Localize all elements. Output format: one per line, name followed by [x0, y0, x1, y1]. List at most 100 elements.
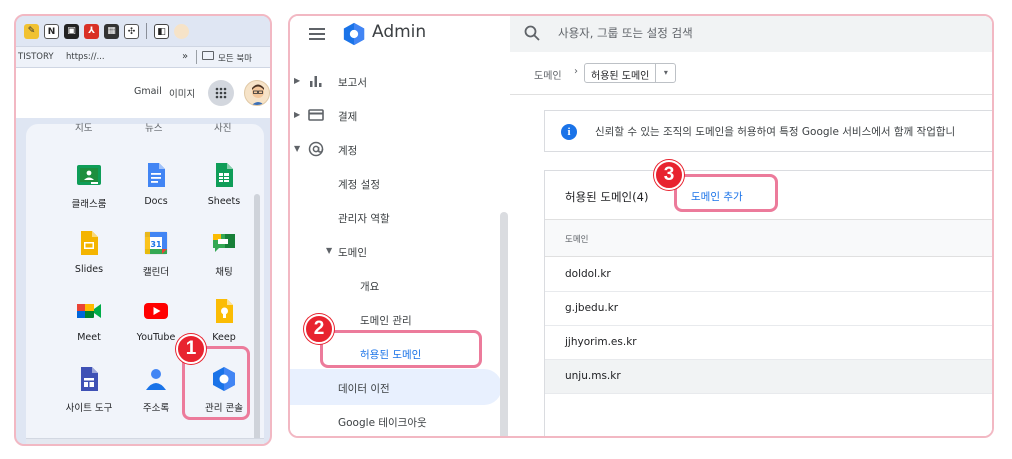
domain-cell: jjhyorim.es.kr: [565, 336, 637, 348]
docs-icon: [143, 162, 169, 188]
main-content: 도메인 › 허용된 도메인 ▾ i 신뢰할 수 있는 조직의 도메인을 허용하여…: [510, 54, 992, 436]
menu-icon[interactable]: [309, 28, 325, 40]
app-label: 캘린더: [142, 267, 170, 278]
table-row[interactable]: doldol.kr: [545, 258, 992, 292]
classroom-icon: [76, 162, 102, 188]
app-calendar[interactable]: 31 캘린더: [121, 230, 191, 278]
bookmark-tistory[interactable]: TISTORY: [18, 52, 54, 62]
puzzle-extensions-icon[interactable]: ✣: [124, 23, 139, 39]
info-text: 신뢰할 수 있는 조직의 도메인을 허용하여 특정 Google 서비스에서 함…: [595, 126, 956, 138]
google-header: Gmail 이미지: [16, 68, 270, 118]
app-classroom[interactable]: 클래스룸: [54, 162, 124, 210]
bar-chart-icon: [310, 76, 322, 87]
app-label: 채팅: [215, 267, 233, 278]
nav-label: 도메인: [338, 247, 367, 259]
app-label-cut: 지도: [75, 123, 93, 134]
bookmarks-bar: TISTORY https://... » 모든 북마: [16, 46, 270, 68]
calendar-day: 31: [150, 240, 162, 249]
admin-search-bar[interactable]: 사용자, 그룹 또는 설정 검색: [510, 16, 992, 52]
nav-label: 계정 설정: [338, 179, 380, 191]
search-icon: [524, 25, 540, 41]
nav-label: 보고서: [338, 77, 367, 89]
allowlisted-domains-highlight: [320, 330, 482, 368]
nav-label: 계정: [338, 145, 358, 157]
app-label-cut: 뉴스: [145, 123, 163, 134]
side-panel-icon[interactable]: ◧: [154, 23, 169, 39]
keep-icon: [211, 298, 237, 324]
nav-billing[interactable]: ▶ 결제: [290, 106, 500, 128]
app-label-cut: 사진: [214, 123, 232, 134]
app-label: 사이트 도구: [65, 403, 113, 414]
sites-icon: [76, 366, 102, 392]
folder-icon: [202, 51, 214, 60]
nav-label: 관리자 역할: [338, 213, 390, 225]
nav-account-settings[interactable]: 계정 설정: [290, 174, 500, 196]
sheets-icon: [211, 162, 237, 188]
app-label: Slides: [74, 264, 104, 275]
capture-extension-icon[interactable]: ▣: [64, 23, 79, 39]
app-sheets[interactable]: Sheets: [189, 162, 259, 207]
table-header: 도메인: [545, 219, 992, 257]
nav-domains[interactable]: ▼ 도메인: [290, 242, 500, 264]
sidenav-scrollbar[interactable]: [500, 212, 508, 436]
breadcrumb-current: 허용된 도메인: [591, 71, 650, 82]
nav-label: 데이터 이전: [338, 383, 390, 395]
app-label: 주소록: [142, 403, 170, 414]
slides-icon: [76, 230, 102, 256]
app-youtube[interactable]: YouTube: [121, 298, 191, 343]
nav-google-takeout[interactable]: Google 테이크아웃: [290, 412, 500, 434]
nav-admin-roles[interactable]: 관리자 역할: [290, 208, 500, 230]
app-contacts[interactable]: 주소록: [121, 366, 191, 414]
nav-reports[interactable]: ▶ 보고서: [290, 72, 500, 94]
credit-card-icon: [308, 109, 324, 121]
app-sites[interactable]: 사이트 도구: [54, 366, 124, 414]
app-slides[interactable]: Slides: [54, 230, 124, 275]
calendar-icon: 31: [143, 230, 169, 256]
pencil-extension-icon[interactable]: ✎: [24, 23, 39, 39]
step-badge-1: 1: [176, 334, 206, 364]
launcher-footer: [26, 438, 264, 444]
bookmark-url[interactable]: https://...: [66, 52, 105, 62]
pdf-extension-icon[interactable]: ⅄: [84, 23, 99, 39]
nav-domains-overview[interactable]: 개요: [290, 276, 500, 298]
search-placeholder: 사용자, 그룹 또는 설정 검색: [558, 26, 693, 40]
meet-icon: [76, 298, 102, 324]
account-avatar[interactable]: [244, 80, 270, 106]
nav-label: 도메인 관리: [360, 315, 412, 327]
bookmarks-overflow-icon[interactable]: »: [182, 51, 188, 62]
extensions-bar: ✎ N ▣ ⅄ ▦ ✣ ◧: [16, 16, 270, 46]
step-badge-2: 2: [304, 314, 334, 344]
launcher-scrollbar[interactable]: [254, 194, 260, 442]
google-apps-button[interactable]: [208, 80, 234, 106]
domain-cell: g.jbedu.kr: [565, 302, 619, 314]
app-label: Sheets: [207, 196, 241, 207]
add-domain-highlight: [674, 174, 778, 212]
chevron-down-icon: ▾: [655, 64, 675, 82]
app-extension-icon[interactable]: ▦: [104, 23, 119, 39]
table-row[interactable]: g.jbedu.kr: [545, 292, 992, 326]
nav-account[interactable]: ▼ 계정: [290, 140, 500, 162]
app-meet[interactable]: Meet: [54, 298, 124, 343]
admin-sidenav: ▶ 보고서 ▶ 결제 ▼ 계정 계정 설정 관리자 역할 ▼ 도메인 개요 도메…: [290, 54, 510, 436]
table-row[interactable]: unju.ms.kr: [545, 360, 992, 394]
info-icon: i: [561, 124, 577, 140]
app-chat[interactable]: 채팅: [189, 230, 259, 278]
app-label: Meet: [77, 332, 101, 343]
notion-extension-icon[interactable]: N: [44, 23, 59, 39]
bookmark-all-folders[interactable]: 모든 북마: [218, 52, 252, 64]
expand-caret-icon: ▶: [294, 76, 301, 85]
info-banner: i 신뢰할 수 있는 조직의 도메인을 허용하여 특정 Google 서비스에서…: [544, 110, 992, 152]
browser-launcher-panel: ✎ N ▣ ⅄ ▦ ✣ ◧ TISTORY https://... » 모든 북…: [14, 14, 272, 446]
nav-label: 개요: [360, 281, 380, 293]
breadcrumb-domains[interactable]: 도메인: [534, 67, 562, 82]
gmail-link[interactable]: Gmail: [134, 86, 162, 97]
column-domain[interactable]: 도메인: [565, 233, 588, 245]
table-row[interactable]: jjhyorim.es.kr: [545, 326, 992, 360]
app-docs[interactable]: Docs: [121, 162, 191, 207]
youtube-icon: [143, 298, 169, 324]
breadcrumb-current-select[interactable]: 허용된 도메인 ▾: [584, 63, 677, 83]
nav-data-migration[interactable]: 데이터 이전: [290, 378, 500, 400]
profile-icon[interactable]: [174, 23, 189, 39]
images-link[interactable]: 이미지: [169, 86, 195, 100]
app-label: Docs: [144, 196, 168, 207]
